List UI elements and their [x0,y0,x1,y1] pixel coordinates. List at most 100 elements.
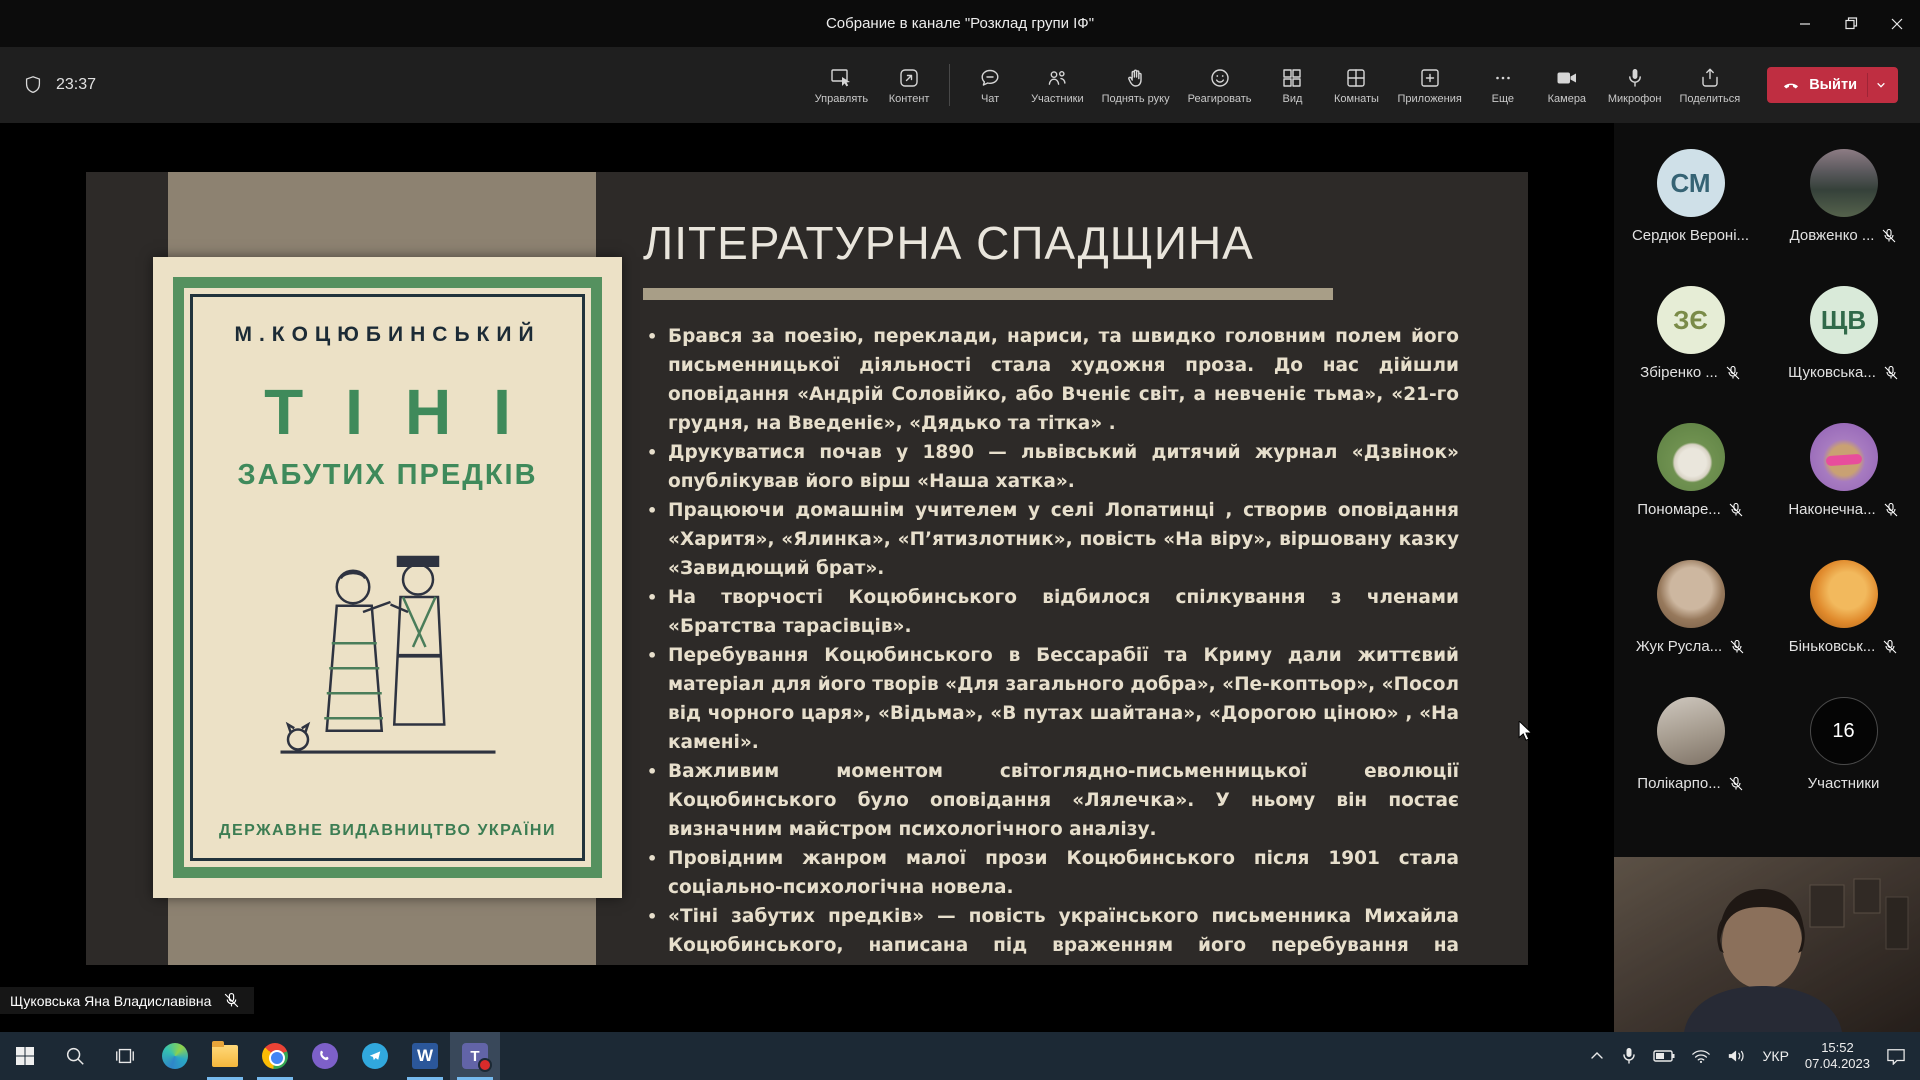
content-share-button[interactable]: Контент [877,66,941,105]
taskbar-telegram-button[interactable] [350,1032,400,1080]
avatar-initials: СМ [1657,149,1725,217]
more-button[interactable]: Еще [1471,66,1535,105]
paper-plane-glyph [368,1049,382,1063]
taskbar-edge-button[interactable] [150,1032,200,1080]
apps-button[interactable]: Приложения [1388,66,1470,105]
slide-bullet: Працюючи домашнім учителем у селі Лопати… [643,496,1459,583]
participant-tile[interactable]: СМ Сердюк Вероні... [1614,149,1767,286]
taskbar-chrome-button[interactable] [250,1032,300,1080]
mic-muted-icon [1728,502,1744,518]
tray-mic-icon[interactable] [1621,1047,1637,1065]
presenter-name: Щуковська Яна Владиславівна [10,993,211,1009]
avatar-photo [1810,149,1878,217]
camera-button[interactable]: Камера [1535,66,1599,105]
slide-bullet: «Тіні забутих предків» — повість українс… [643,902,1459,965]
book-title-line2: ЗАБУТИХ ПРЕДКІВ [237,459,537,492]
taskbar-search-button[interactable] [50,1032,100,1080]
self-webcam-tile[interactable] [1614,857,1920,1032]
participant-name: Жук Русла... [1636,638,1722,655]
taskbar-clock[interactable]: 15:52 07.04.2023 [1805,1040,1870,1072]
avatar-initials: ЗЄ [1657,286,1725,354]
windows-taskbar: W T УКР 15:52 [0,1032,1920,1080]
tray-volume-icon[interactable] [1727,1048,1747,1064]
chrome-icon [262,1043,288,1069]
toolbar-divider [949,64,950,106]
participant-tile[interactable]: Жук Русла... [1614,560,1767,697]
edge-icon [162,1043,188,1069]
participants-count: 16 [1810,697,1878,765]
raise-hand-button[interactable]: Поднять руку [1093,66,1179,105]
task-view-button[interactable] [100,1032,150,1080]
manage-button[interactable]: Управлять [806,66,877,105]
close-icon [1891,18,1903,30]
slide-title: ЛІТЕРАТУРНА СПАДЩИНА [643,216,1459,270]
taskbar-word-button[interactable]: W [400,1032,450,1080]
taskbar-teams-button[interactable]: T [450,1032,500,1080]
mic-muted-icon [1882,639,1898,655]
window-controls [1782,0,1920,47]
screen-cursor-icon [829,66,853,90]
view-button[interactable]: Вид [1260,66,1324,105]
participant-tile[interactable]: Наконечна... [1767,423,1920,560]
word-icon: W [412,1043,438,1069]
search-icon [64,1045,86,1067]
slide-title-underline [643,288,1333,300]
participant-tile[interactable]: ЗЄ Збіренко ... [1614,286,1767,423]
participant-name: Збіренко ... [1640,364,1718,381]
shield-icon [22,74,44,96]
tray-battery-icon[interactable] [1653,1049,1675,1063]
participants-grid: СМ Сердюк Вероні... Довженко ... ЗЄ Збір… [1614,149,1920,834]
participant-name: Біньковськ... [1789,638,1876,655]
participant-name: Наконечна... [1788,501,1875,518]
chevron-down-icon[interactable] [1868,75,1894,95]
book-title-line1: ТІНІ [222,375,553,449]
action-center-icon[interactable] [1886,1047,1906,1065]
microphone-icon [1623,66,1647,90]
taskbar-viber-button[interactable] [300,1032,350,1080]
mic-muted-icon [1883,502,1899,518]
people-icon [1045,66,1069,90]
participant-tile[interactable]: Довженко ... [1767,149,1920,286]
leave-button[interactable]: Выйти [1767,67,1898,103]
participant-tile[interactable]: Полікарпо... [1614,697,1767,834]
teams-notification-badge [478,1058,492,1072]
windows-logo-icon [15,1046,35,1066]
taskbar-explorer-button[interactable] [200,1032,250,1080]
meeting-timer-block: 23:37 [22,74,96,96]
file-explorer-icon [212,1045,238,1067]
restore-button[interactable] [1828,0,1874,47]
start-button[interactable] [0,1032,50,1080]
close-button[interactable] [1874,0,1920,47]
participants-count-tile[interactable]: 16 Участники [1767,697,1920,834]
slide-bullet: Важливим моментом світоглядно-письменниц… [643,757,1459,844]
keyboard-language[interactable]: УКР [1763,1048,1789,1064]
participant-tile[interactable]: Біньковськ... [1767,560,1920,697]
window-titlebar: Собрание в канале "Розклад групи ІФ" [0,0,1920,47]
book-author: М.КОЦЮБИНСЬКИЙ [234,323,540,347]
mic-muted-icon [1881,228,1897,244]
share-tray-button[interactable]: Поделиться [1670,66,1749,105]
slide-bullet: Брався за поезію, переклади, нариси, та … [643,322,1459,438]
toolbar-buttons: Управлять Контент Чат [806,64,1920,106]
telegram-icon [362,1043,388,1069]
rooms-button[interactable]: Комнаты [1324,66,1388,105]
participant-tile[interactable]: Пономаре... [1614,423,1767,560]
avatar-photo [1657,423,1725,491]
react-button[interactable]: Реагировать [1179,66,1261,105]
mic-button[interactable]: Микрофон [1599,66,1671,105]
screen-share-stage: М.КОЦЮБИНСЬКИЙ ТІНІ ЗАБУТИХ ПРЕДКІВ [0,123,1614,1032]
minimize-button[interactable] [1782,0,1828,47]
teams-meeting-window: Собрание в канале "Розклад групи ІФ" 23:… [0,0,1920,1080]
tray-wifi-icon[interactable] [1691,1048,1711,1064]
slide-bullet: Друкуватися почав у 1890 — львівський ди… [643,438,1459,496]
tray-chevron-up-icon[interactable] [1589,1048,1605,1064]
participants-button[interactable]: Участники [1022,66,1093,105]
restore-icon [1845,17,1858,30]
mic-muted-icon [1725,365,1741,381]
participant-name: Полікарпо... [1637,775,1720,792]
webcam-video [1614,857,1920,1032]
chat-button[interactable]: Чат [958,66,1022,105]
participant-tile[interactable]: ЩВ Щуковська... [1767,286,1920,423]
add-app-icon [1418,66,1442,90]
raised-hand-icon [1124,66,1148,90]
